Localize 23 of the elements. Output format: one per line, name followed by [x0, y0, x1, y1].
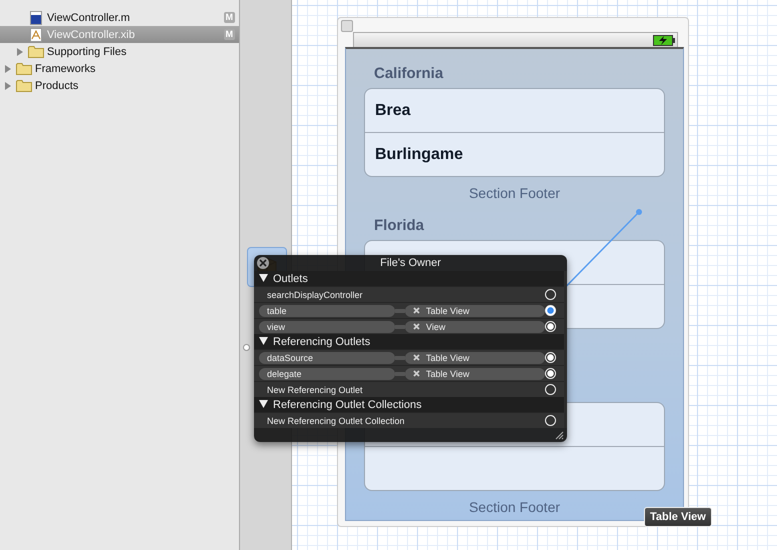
section-label: Referencing Outlets	[273, 336, 370, 348]
file-name: ViewController.m	[47, 12, 131, 24]
popup-title: File's Owner	[380, 257, 441, 269]
section-label: Outlets	[273, 272, 308, 284]
file-name: Products	[35, 80, 80, 92]
section-header: California	[374, 65, 444, 82]
target-name: Table View	[426, 368, 470, 378]
section-footer: Section Footer	[468, 499, 560, 515]
outlet-name: searchDisplayController	[266, 290, 364, 300]
section-footer: Section Footer	[468, 185, 560, 201]
section-header: Florida	[374, 217, 424, 234]
outlet-name: New Referencing Outlet Collection	[266, 416, 406, 426]
target-name: Table View	[426, 352, 470, 362]
status-badge: M	[224, 12, 235, 23]
target-name: View	[426, 322, 446, 332]
section-label: Referencing Outlet Collections	[273, 398, 422, 410]
outlet-name: New Referencing Outlet	[266, 384, 364, 394]
file-name: ViewController.xib	[47, 28, 136, 40]
file-name: Frameworks	[35, 62, 97, 74]
file-name: Supporting Files	[47, 46, 128, 58]
tooltip: Table View	[644, 507, 712, 527]
target-name: Table View	[426, 306, 470, 316]
status-badge: M	[224, 29, 235, 40]
